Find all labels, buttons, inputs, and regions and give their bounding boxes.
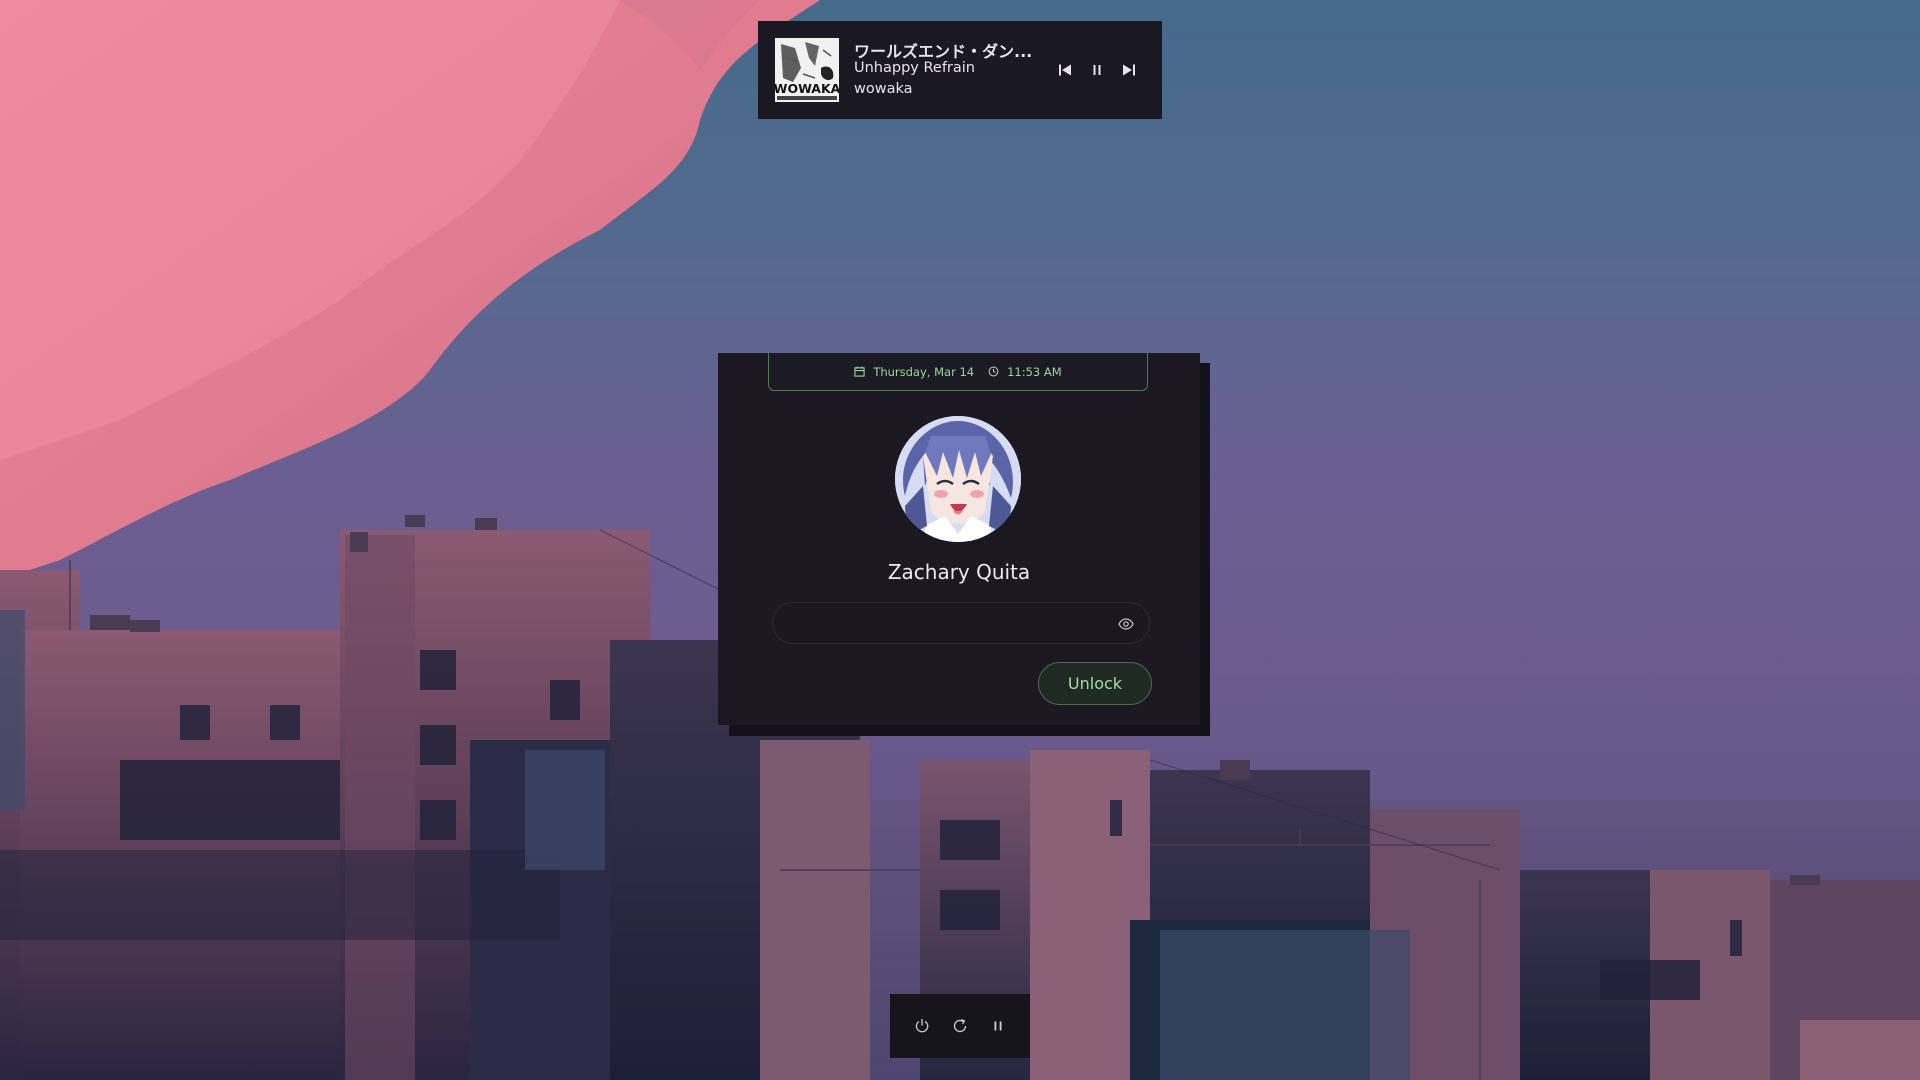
password-input[interactable] <box>789 609 1093 639</box>
restart-button[interactable] <box>951 1017 969 1035</box>
pause-icon <box>1093 65 1101 75</box>
skip-previous-icon <box>1059 64 1071 76</box>
clock-icon <box>988 366 999 377</box>
power-bar <box>890 994 1030 1058</box>
track-title: ワールズエンド・ダン... <box>854 42 1033 61</box>
lock-screen: WOWAKA ワールズエンド・ダン... Unhappy Refrain wow… <box>0 0 1920 1080</box>
artist-name: wowaka <box>854 81 913 97</box>
media-player-widget: WOWAKA ワールズエンド・ダン... Unhappy Refrain wow… <box>758 21 1162 119</box>
next-track-button[interactable] <box>1117 58 1141 82</box>
unlock-button[interactable]: Unlock <box>1038 662 1152 705</box>
reveal-password-button[interactable] <box>1115 613 1137 635</box>
album-name: Unhappy Refrain <box>854 60 975 76</box>
play-pause-button[interactable] <box>1085 58 1109 82</box>
password-field <box>772 602 1150 644</box>
skip-next-icon <box>1123 64 1135 76</box>
user-name: Zachary Quita <box>887 560 1031 584</box>
eye-icon <box>1118 618 1134 630</box>
calendar-icon <box>854 366 865 377</box>
power-icon <box>915 1019 929 1033</box>
pause-icon <box>994 1021 1002 1031</box>
restart-icon <box>953 1018 967 1033</box>
shutdown-button[interactable] <box>913 1017 931 1035</box>
album-art: WOWAKA <box>775 38 839 102</box>
datetime-bar: Thursday, Mar 14 11:53 AM <box>768 353 1148 391</box>
date-text: Thursday, Mar 14 <box>873 364 975 379</box>
svg-text:WOWAKA: WOWAKA <box>775 81 839 96</box>
time-text: 11:53 AM <box>1007 364 1062 379</box>
suspend-button[interactable] <box>989 1017 1007 1035</box>
lock-card: Thursday, Mar 14 11:53 AM Zachary Quita … <box>718 353 1200 725</box>
previous-track-button[interactable] <box>1053 58 1077 82</box>
avatar <box>895 416 1021 542</box>
